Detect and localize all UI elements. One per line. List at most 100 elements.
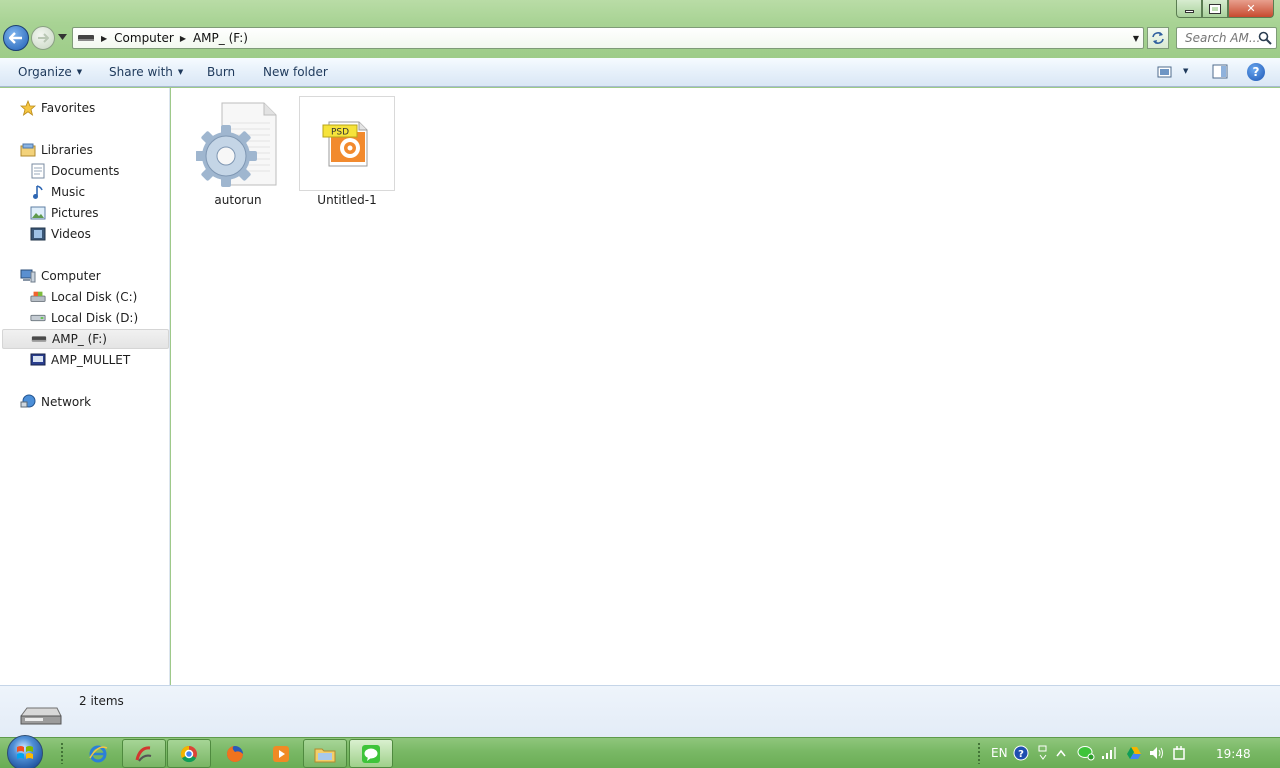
- nav-network[interactable]: Network: [0, 392, 170, 412]
- windows-logo-icon: [17, 746, 33, 759]
- taskbar-app-task[interactable]: [122, 739, 166, 768]
- nav-local-disk-d[interactable]: Local Disk (D:): [0, 308, 170, 328]
- file-list: autorun PSD Untitled-1: [171, 88, 1280, 685]
- taskbar-internet-explorer[interactable]: [76, 739, 120, 768]
- drive-icon: [78, 35, 94, 41]
- removable-drive-icon: [31, 331, 47, 347]
- file-name: autorun: [214, 193, 262, 207]
- system-drive-icon: [30, 289, 46, 305]
- network-drive-icon: [30, 352, 46, 368]
- taskbar-firefox[interactable]: [213, 739, 257, 768]
- nav-music[interactable]: Music: [0, 182, 170, 202]
- organize-button[interactable]: Organize ▼: [18, 65, 82, 79]
- libraries-icon: [20, 142, 36, 158]
- psd-file-icon: PSD: [299, 96, 395, 191]
- search-box[interactable]: [1176, 27, 1277, 49]
- preview-pane-icon[interactable]: [1212, 64, 1228, 79]
- file-item-autorun[interactable]: autorun: [190, 96, 286, 207]
- clock[interactable]: 19:48: [1216, 747, 1251, 761]
- minimize-icon: [1184, 10, 1194, 13]
- refresh-button[interactable]: [1147, 27, 1169, 49]
- taskbar-line-messenger[interactable]: [349, 739, 393, 768]
- maximize-button[interactable]: [1202, 0, 1228, 18]
- folder-icon: [314, 748, 336, 762]
- refresh-icon: [1152, 32, 1164, 44]
- help-button[interactable]: ?: [1247, 63, 1265, 81]
- removable-drive-large-icon: [20, 707, 62, 725]
- documents-icon: [30, 163, 46, 179]
- firefox-icon: [226, 745, 243, 762]
- taskbar-chrome[interactable]: [167, 739, 211, 768]
- media-player-icon: [273, 745, 289, 762]
- signal-strength-icon[interactable]: [1101, 744, 1117, 762]
- nav-computer[interactable]: Computer: [0, 266, 170, 286]
- nav-pictures[interactable]: Pictures: [0, 203, 170, 223]
- hard-drive-icon: [30, 310, 46, 326]
- back-arrow-icon: [9, 32, 22, 44]
- taskbar-windows-explorer[interactable]: [303, 739, 347, 768]
- network-icon: [20, 394, 36, 410]
- breadcrumb-separator-icon[interactable]: ▶: [180, 34, 186, 43]
- nav-documents[interactable]: Documents: [0, 161, 170, 181]
- command-bar: Organize ▼ Share with ▼ Burn New folder ▼ …: [0, 58, 1280, 87]
- window-controls: ✕: [1176, 0, 1274, 18]
- file-item-untitled-1[interactable]: PSD Untitled-1: [299, 96, 395, 207]
- views-dropdown-icon[interactable]: ▼: [1183, 67, 1188, 75]
- volume-icon[interactable]: [1149, 744, 1165, 762]
- music-note-icon: [30, 184, 46, 200]
- taskbar: EN ? 19:48: [0, 735, 1280, 768]
- details-pane: 2 items: [0, 685, 1280, 737]
- address-bar[interactable]: ▶ Computer ▶ AMP_ (F:) ▼: [72, 27, 1144, 49]
- share-with-button[interactable]: Share with ▼: [109, 65, 183, 79]
- nav-videos[interactable]: Videos: [0, 224, 170, 244]
- item-count: 2 items: [79, 694, 124, 708]
- taskbar-media-player[interactable]: [259, 739, 303, 768]
- star-icon: [20, 100, 36, 116]
- close-button[interactable]: ✕: [1228, 0, 1274, 18]
- nav-local-disk-c[interactable]: Local Disk (C:): [0, 287, 170, 307]
- close-icon: ✕: [1246, 2, 1256, 15]
- forward-button[interactable]: [31, 26, 55, 50]
- settings-file-icon: [190, 96, 286, 191]
- pictures-icon: [30, 205, 46, 221]
- language-indicator[interactable]: EN: [991, 744, 1008, 762]
- svg-text:?: ?: [1018, 749, 1024, 760]
- change-view-icon[interactable]: [1157, 65, 1173, 79]
- start-button[interactable]: [7, 735, 43, 768]
- psd-badge: PSD: [331, 127, 349, 137]
- search-input[interactable]: [1185, 28, 1263, 48]
- tray-line-icon[interactable]: [1077, 744, 1095, 762]
- show-hidden-icons-chevron-icon[interactable]: [1056, 744, 1066, 762]
- recent-pages-dropdown-icon[interactable]: [58, 34, 67, 40]
- tray-help-icon[interactable]: ?: [1013, 744, 1029, 762]
- chrome-icon: [180, 745, 197, 762]
- breadcrumb-drive[interactable]: AMP_ (F:): [193, 31, 248, 45]
- minimize-button[interactable]: [1176, 0, 1202, 18]
- nav-drive-f[interactable]: AMP_ (F:): [2, 329, 169, 349]
- line-chat-icon: [362, 744, 380, 763]
- tray-grip[interactable]: [977, 742, 981, 764]
- videos-film-icon: [30, 226, 46, 242]
- burn-button[interactable]: Burn: [207, 65, 235, 79]
- restore-icon: [1209, 3, 1221, 14]
- power-plug-icon[interactable]: [1172, 744, 1186, 762]
- file-name: Untitled-1: [317, 193, 377, 207]
- dropdown-arrow-icon: ▼: [177, 68, 184, 76]
- window-frame: ✕ ▶ Computer ▶ AMP_ (F:) ▼: [0, 0, 1280, 58]
- new-folder-button[interactable]: New folder: [263, 65, 328, 79]
- breadcrumb-separator-icon[interactable]: ▶: [101, 34, 107, 43]
- forward-arrow-icon: [38, 33, 49, 43]
- nav-amp-mullet[interactable]: AMP_MULLET: [0, 350, 170, 370]
- navigation-pane: Favorites Libraries Documents Music Pict…: [0, 88, 170, 685]
- nav-libraries[interactable]: Libraries: [0, 140, 170, 160]
- search-icon[interactable]: [1258, 31, 1272, 45]
- tray-window-restore-icon[interactable]: [1037, 744, 1049, 762]
- computer-icon: [20, 268, 36, 284]
- address-dropdown-icon[interactable]: ▼: [1133, 34, 1139, 43]
- breadcrumb-computer[interactable]: Computer: [114, 31, 174, 45]
- back-button[interactable]: [3, 25, 29, 51]
- nav-favorites[interactable]: Favorites: [0, 98, 170, 118]
- dropdown-arrow-icon: ▼: [76, 68, 83, 76]
- taskbar-grip[interactable]: [60, 742, 64, 764]
- google-drive-icon[interactable]: [1126, 744, 1142, 762]
